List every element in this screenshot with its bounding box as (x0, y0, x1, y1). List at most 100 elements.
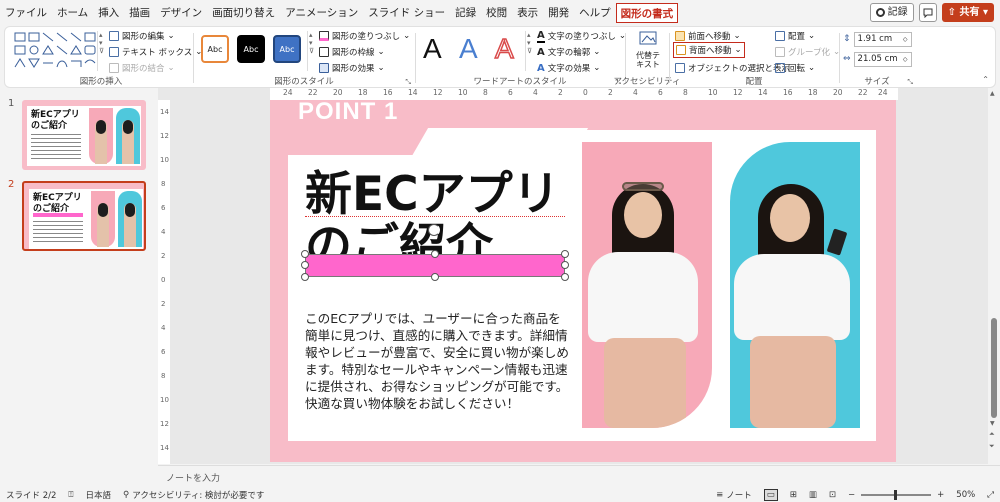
tab-transitions[interactable]: 画面切り替え (207, 3, 280, 23)
resize-handle[interactable] (561, 250, 569, 258)
previous-slide-icon[interactable]: ⏶ (989, 430, 995, 439)
shapes-gallery-scroll[interactable]: ▴ ▾ ⊽ (97, 31, 105, 71)
slideshow-button[interactable]: ⊡ (823, 490, 842, 500)
accessibility-label: アクセシビリティ: 検討が必要です (132, 490, 265, 501)
notes-placeholder: ノートを入力 (166, 474, 221, 484)
slide-body-text[interactable]: このECアプリでは、ユーザーに合った商品を簡単に見つけ、直感的に購入できます。詳… (305, 310, 570, 412)
tab-developer[interactable]: 開発 (543, 3, 574, 23)
wordart-blue-a[interactable]: A (459, 33, 478, 65)
alt-text-button[interactable]: 代替テキスト (633, 31, 663, 69)
merge-shapes-button[interactable]: 図形の結合 ⌄ (109, 60, 175, 76)
thumbnail-content: 新ECアプリのご紹介 (27, 106, 141, 166)
normal-view-button[interactable]: ▭ (758, 488, 784, 501)
slide-sorter-button[interactable]: ⊞ (784, 490, 803, 500)
record-button[interactable]: 記録 (869, 3, 914, 22)
group-button[interactable]: グループ化 ⌄ (775, 44, 840, 60)
slide[interactable]: POINT 1 新ECアプリ のご紹介 このECアプリでは、ユーザーに合った商品… (270, 100, 896, 462)
width-stepper-icon[interactable]: ◇ (903, 56, 908, 63)
tab-file[interactable]: ファイル (0, 3, 52, 23)
scroll-up-icon[interactable]: ▲ (990, 90, 995, 97)
zoom-level[interactable]: 50% (950, 490, 981, 500)
zoom-in-button[interactable]: + (931, 490, 950, 500)
scroll-down-icon[interactable]: ▼ (990, 420, 995, 427)
scrollbar-thumb[interactable] (991, 318, 997, 418)
text-fill-button[interactable]: A 文字の塗りつぶし ⌄ (537, 28, 626, 44)
align-button[interactable]: 配置 ⌄ (775, 28, 815, 44)
tab-animations[interactable]: アニメーション (280, 3, 363, 23)
share-button[interactable]: ⇧ 共有 ▾ (941, 3, 994, 22)
merge-shapes-label: 図形の結合 (122, 64, 165, 74)
tab-review[interactable]: 校閲 (481, 3, 512, 23)
shape-effects-button[interactable]: 図形の効果 ⌄ (319, 60, 385, 76)
tab-shape-format[interactable]: 図形の書式 (615, 3, 679, 23)
fit-to-window-icon[interactable]: ⤢ (981, 490, 1000, 500)
notes-pane[interactable]: ノートを入力 (158, 465, 1000, 487)
edit-shape-button[interactable]: 図形の編集 ⌄ (109, 28, 175, 44)
zoom-slider-thumb[interactable] (894, 489, 898, 500)
ruler-label: 8 (683, 88, 688, 97)
shape-outline-button[interactable]: 図形の枠線 ⌄ (319, 44, 385, 60)
tab-draw[interactable]: 描画 (124, 3, 155, 23)
slide-thumbnail-1[interactable]: 新ECアプリのご紹介 (22, 100, 146, 170)
thumbnail-photo-1 (89, 108, 113, 164)
resize-handle[interactable] (561, 273, 569, 281)
comments-button[interactable] (918, 3, 937, 22)
status-bar: スライド 2/2 ⍐ 日本語 ⚲ アクセシビリティ: 検討が必要です ≡ ノート ▭… (0, 487, 1000, 502)
height-input[interactable]: 1.91 cm ◇ (853, 31, 912, 47)
vertical-ruler[interactable]: 14 12 10 8 6 4 2 0 2 4 6 8 10 12 14 (158, 100, 170, 464)
title-textbox[interactable]: 新ECアプリ のご紹介 (305, 166, 585, 260)
zoom-out-button[interactable]: − (842, 490, 861, 500)
tab-home[interactable]: ホーム (52, 3, 93, 23)
tab-help[interactable]: ヘルプ (574, 3, 616, 23)
resize-handle[interactable] (561, 261, 569, 269)
paint-bucket-icon (319, 31, 329, 41)
zoom-slider[interactable] (861, 489, 932, 500)
tab-design[interactable]: デザイン (155, 3, 207, 23)
resize-handle[interactable] (301, 273, 309, 281)
model-photo-1[interactable] (582, 142, 712, 428)
tab-view[interactable]: 表示 (512, 3, 543, 23)
edit-shape-label: 図形の編集 (122, 32, 165, 42)
point-heading[interactable]: POINT 1 (298, 100, 398, 126)
text-outline-button[interactable]: A 文字の輪郭 ⌄ (537, 44, 600, 60)
rotate-button[interactable]: 回転 ⌄ (775, 60, 815, 76)
resize-handle[interactable] (431, 250, 439, 258)
rotate-handle-icon[interactable] (428, 224, 440, 236)
thumbnail-title: 新ECアプリのご紹介 (31, 110, 80, 131)
tab-record[interactable]: 記録 (450, 3, 481, 23)
notes-toggle-button[interactable]: ≡ ノート (710, 489, 758, 501)
dialog-launcher-icon[interactable]: ⤡ (907, 78, 913, 87)
model-photo-2[interactable] (730, 142, 860, 428)
shape-fill-button[interactable]: 図形の塗りつぶし ⌄ (319, 28, 410, 44)
vertical-scrollbar[interactable]: ▲ ▼ ⏶ ⏷ (988, 88, 1000, 464)
wordart-red-a[interactable]: A (494, 32, 514, 65)
reading-view-button[interactable]: ▥ (803, 490, 823, 500)
text-effects-button[interactable]: A 文字の効果 ⌄ (537, 60, 600, 76)
ribbon-separator (193, 33, 194, 83)
selection-pane-button[interactable]: オブジェクトの選択と表示 (675, 60, 790, 76)
text-box-button[interactable]: テキスト ボックス ⌄ (109, 44, 202, 60)
style-preset-blue[interactable]: Abc (273, 35, 301, 63)
tab-slideshow[interactable]: スライド ショー (363, 3, 450, 23)
shapes-gallery[interactable] (13, 31, 103, 75)
style-preset-black[interactable]: Abc (237, 35, 265, 63)
collapse-ribbon-icon[interactable]: ⌃ (982, 75, 989, 84)
language-status[interactable]: 日本語 (80, 489, 118, 501)
height-stepper-icon[interactable]: ◇ (903, 36, 908, 43)
resize-handle[interactable] (301, 261, 309, 269)
tab-insert[interactable]: 挿入 (93, 3, 124, 23)
send-backward-button[interactable]: 背面へ移動 ⌄ (673, 42, 745, 58)
resize-handle[interactable] (431, 273, 439, 281)
slide-thumbnail-2[interactable]: 新ECアプリのご紹介 (22, 181, 146, 251)
spellcheck-status[interactable]: ⍐ (62, 490, 79, 500)
accessibility-status[interactable]: ⚲ アクセシビリティ: 検討が必要です (117, 489, 270, 501)
wordart-black-a[interactable]: A (423, 33, 442, 65)
next-slide-icon[interactable]: ⏷ (989, 442, 995, 451)
resize-handle[interactable] (301, 250, 309, 258)
style-preset-outline-orange[interactable]: Abc (201, 35, 229, 63)
dialog-launcher-icon[interactable]: ⤡ (405, 78, 411, 87)
width-input[interactable]: 21.05 cm ◇ (853, 51, 912, 67)
horizontal-ruler[interactable]: 24 22 20 18 16 14 12 10 8 6 4 2 0 2 4 6 … (270, 88, 898, 100)
wordart-gallery-scroll[interactable]: ▴ ▾ ⊽ (525, 31, 533, 71)
style-gallery-scroll[interactable]: ▴ ▾ ⊽ (307, 31, 315, 71)
